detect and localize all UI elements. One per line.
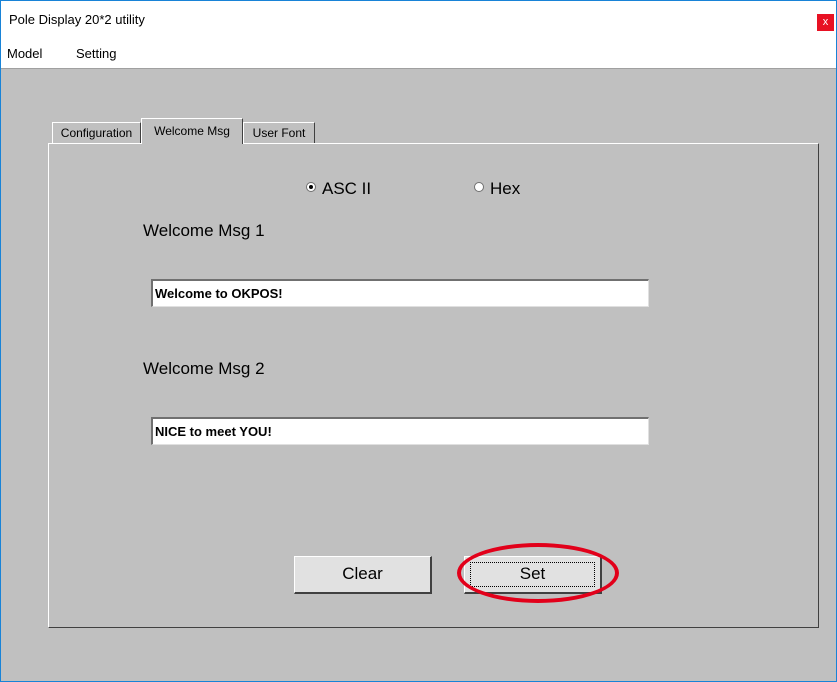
menu-bar: Model Setting <box>1 40 836 69</box>
menu-model[interactable]: Model <box>7 46 42 61</box>
welcome-msg-1-label: Welcome Msg 1 <box>143 221 265 240</box>
close-button[interactable]: x <box>817 14 834 31</box>
tab-welcome-msg[interactable]: Welcome Msg <box>141 118 243 144</box>
window-title: Pole Display 20*2 utility <box>9 12 145 27</box>
set-button[interactable]: Set <box>464 556 602 594</box>
welcome-msg-panel: ASC II Hex Welcome Msg 1 Welcome to OKPO… <box>48 143 819 628</box>
welcome-msg-2-input[interactable]: NICE to meet YOU! <box>151 417 649 445</box>
title-bar: Pole Display 20*2 utility x <box>1 1 836 40</box>
radio-ascii[interactable]: ASC II <box>306 179 396 199</box>
clear-button[interactable]: Clear <box>294 556 432 594</box>
focus-rectangle <box>470 562 595 587</box>
app-window: Pole Display 20*2 utility x Model Settin… <box>0 0 837 682</box>
radio-hex-indicator[interactable] <box>474 182 484 192</box>
radio-ascii-indicator[interactable] <box>306 182 316 192</box>
welcome-msg-2-label: Welcome Msg 2 <box>143 359 265 378</box>
radio-hex-label: Hex <box>490 179 521 198</box>
tab-configuration[interactable]: Configuration <box>52 122 141 144</box>
radio-ascii-label: ASC II <box>322 179 372 198</box>
radio-hex[interactable]: Hex <box>474 179 544 199</box>
tab-user-font[interactable]: User Font <box>243 122 315 144</box>
menu-setting[interactable]: Setting <box>76 46 116 61</box>
welcome-msg-1-input[interactable]: Welcome to OKPOS! <box>151 279 649 307</box>
